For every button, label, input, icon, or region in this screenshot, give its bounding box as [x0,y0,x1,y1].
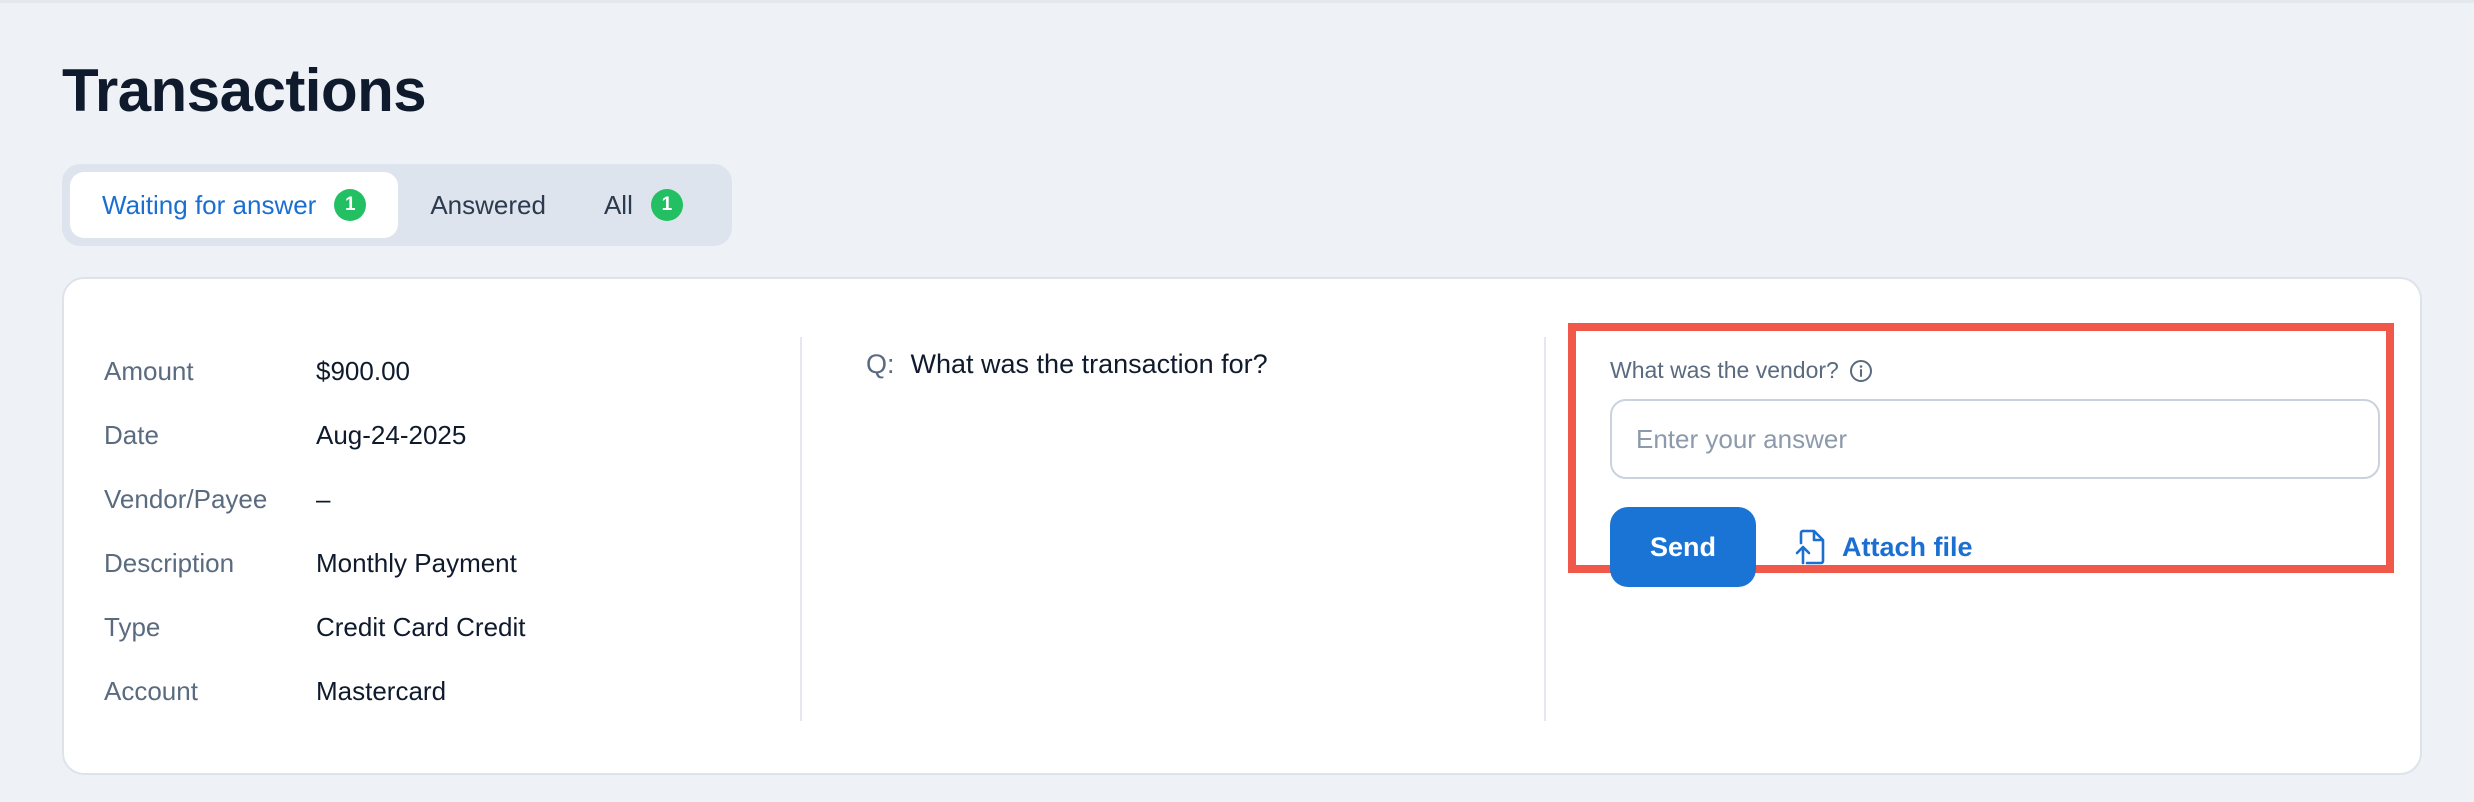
detail-label: Type [104,611,161,642]
detail-label: Date [104,419,159,450]
tab-label: All [603,189,633,220]
detail-label: Amount [104,355,194,386]
detail-row-date: Date Aug-24-2025 [104,403,526,467]
detail-value: Mastercard [316,675,447,706]
column-divider [1544,337,1546,721]
tab-waiting-for-answer[interactable]: Waiting for answer 1 [70,172,399,238]
attach-file-label: Attach file [1842,531,1973,562]
detail-row-vendor: Vendor/Payee – [104,467,526,531]
tab-label: Answered [430,189,546,220]
count-badge: 1 [650,189,683,221]
transaction-details: Amount $900.00 Date Aug-24-2025 Vendor/P… [104,339,526,723]
question-prefix: Q: [866,349,895,379]
answer-panel: What was the vendor? Send [1568,323,2394,587]
count-badge: 1 [334,189,367,221]
info-icon[interactable] [1849,359,1873,383]
answer-label: What was the vendor? [1610,357,1873,384]
detail-label: Vendor/Payee [104,483,268,514]
send-button[interactable]: Send [1610,507,1756,587]
detail-label: Account [104,675,198,706]
tab-label: Waiting for answer [102,189,317,220]
transaction-card: Amount $900.00 Date Aug-24-2025 Vendor/P… [62,277,2422,775]
answer-input[interactable] [1610,399,2380,479]
detail-value: Monthly Payment [316,547,517,578]
file-upload-icon [1794,529,1826,565]
transaction-tabs: Waiting for answer 1 Answered All 1 [62,164,732,246]
detail-label: Description [104,547,235,578]
detail-row-type: Type Credit Card Credit [104,595,526,659]
tab-answered[interactable]: Answered [398,172,578,238]
detail-value: $900.00 [316,355,410,386]
detail-row-account: Account Mastercard [104,659,526,723]
detail-value: Aug-24-2025 [316,419,467,450]
page-title: Transactions [62,57,427,124]
detail-row-description: Description Monthly Payment [104,531,526,595]
tab-all[interactable]: All 1 [578,172,715,238]
detail-value: – [316,483,331,514]
answer-label-text: What was the vendor? [1610,357,1839,383]
column-divider [800,337,802,721]
detail-row-amount: Amount $900.00 [104,339,526,403]
transaction-question: Q: What was the transaction for? [866,349,1268,380]
detail-value: Credit Card Credit [316,611,526,642]
attach-file-button[interactable]: Attach file [1794,507,1973,587]
question-text: What was the transaction for? [910,349,1268,379]
